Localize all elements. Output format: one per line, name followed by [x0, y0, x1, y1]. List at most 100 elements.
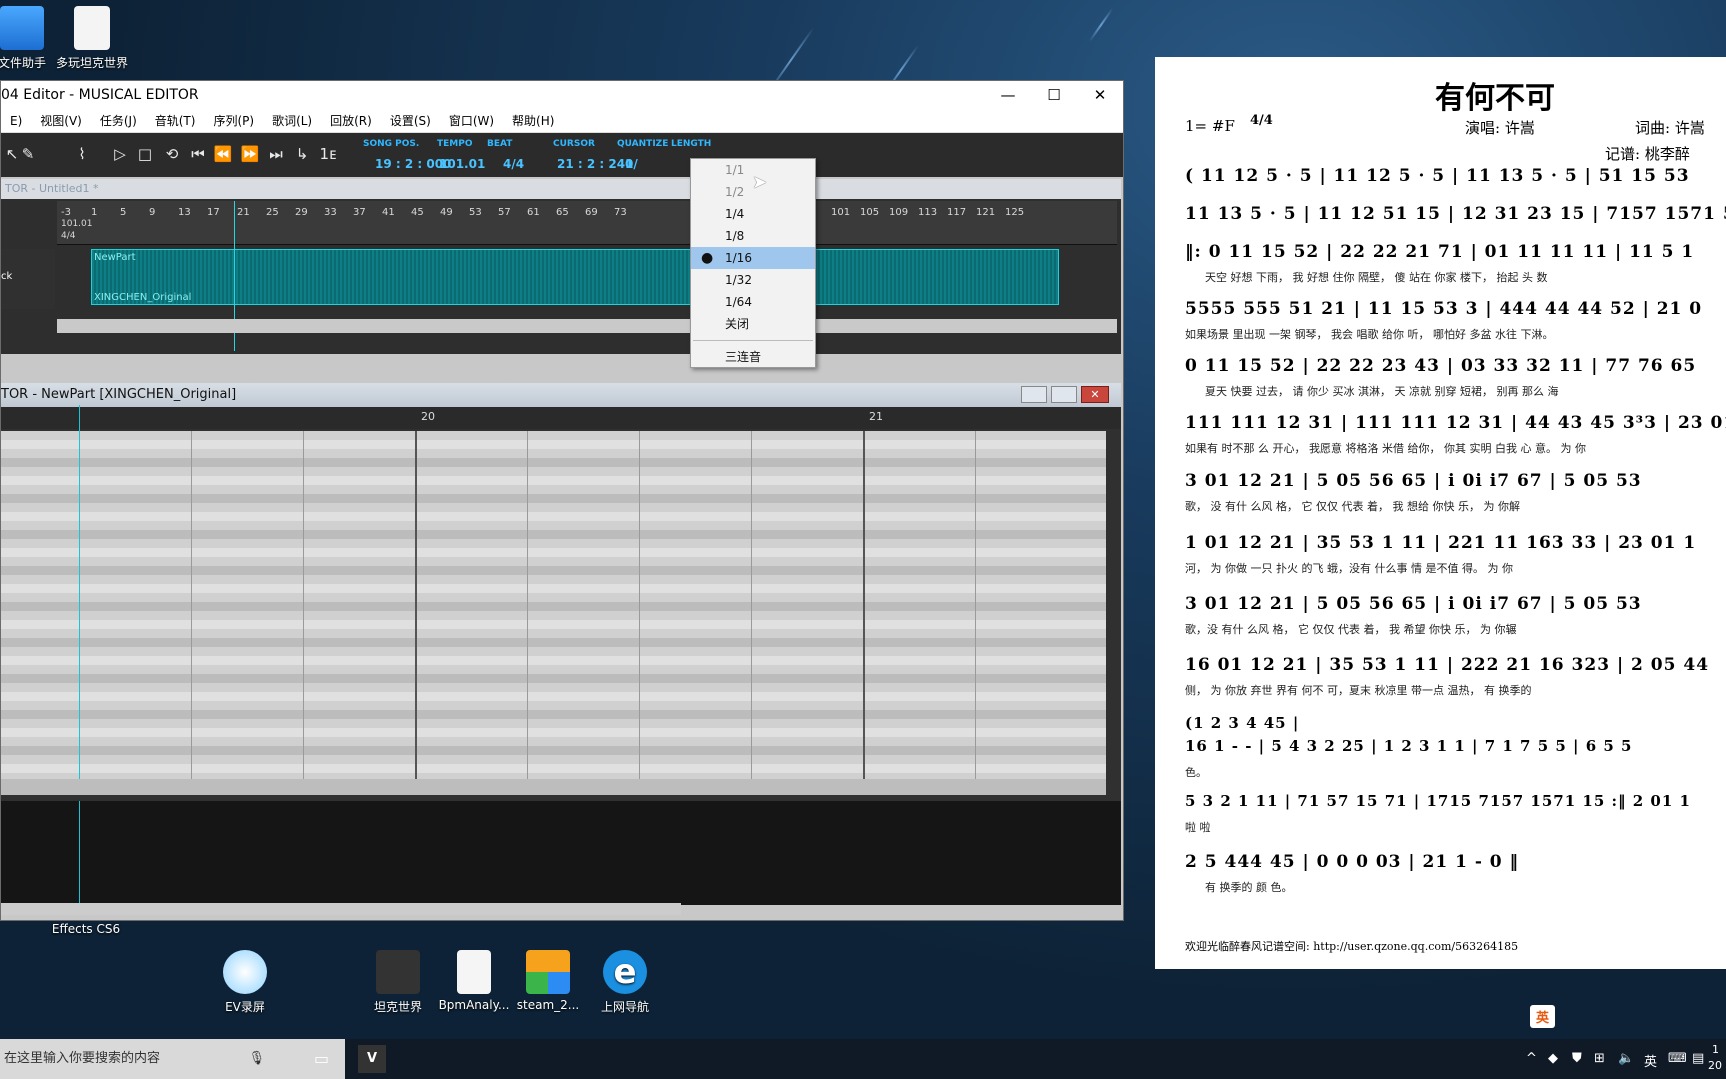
menu-separator: [693, 340, 813, 341]
menu-window[interactable]: 窗口(W): [440, 112, 503, 129]
minimize-button[interactable]: —: [985, 81, 1031, 109]
ruler-tick: 69: [585, 207, 598, 218]
shield-icon[interactable]: ⛊: [1572, 1051, 1582, 1066]
lyric-row: 色。: [1185, 766, 1207, 779]
rewind-icon[interactable]: ⏪: [212, 143, 234, 165]
lyric-row: 有 换季的 颜 色。: [1205, 881, 1293, 894]
menu-edit[interactable]: E): [1, 114, 31, 128]
menu-help[interactable]: 帮助(H): [503, 112, 563, 129]
volume-icon[interactable]: 🔈: [1618, 1051, 1634, 1066]
file-assistant-icon: [0, 6, 44, 50]
selected-dot-icon: ●: [701, 250, 714, 266]
ime-indicator[interactable]: 英: [1644, 1051, 1657, 1070]
keyboard-icon[interactable]: ⌨: [1668, 1051, 1687, 1066]
menu-lyrics[interactable]: 歌词(L): [263, 112, 321, 129]
transport-toolbar: ↖ ✎ ⌇ ▷ □ ⟲ ⏮ ⏪ ⏩ ⏭ ↳ 1ᴇ SONG POS. 19 : …: [1, 133, 1123, 177]
clock-date[interactable]: 20: [1708, 1059, 1722, 1072]
time-signature: 4/4: [1250, 113, 1273, 128]
arrangement-window: TOR - Untitled1 * -3 1 5 9 13 17 21 25 2…: [1, 179, 1121, 354]
ruler-tick: 29: [295, 207, 308, 218]
quantize-option-1-8[interactable]: 1/8: [691, 225, 815, 247]
piano-restore-button[interactable]: [1051, 386, 1077, 403]
vocaloid-taskbar-icon[interactable]: V: [358, 1045, 386, 1073]
piano-roll-title-text: TOR - NewPart [XINGCHEN_Original]: [1, 387, 237, 402]
microphone-icon[interactable]: 🎙: [248, 1039, 265, 1079]
piano-horizontal-scrollbar[interactable]: [1, 779, 1106, 795]
track-header[interactable]: ck: [1, 249, 55, 309]
piano-ruler[interactable]: 20 21: [1, 407, 1121, 429]
quantize-option-1-32[interactable]: 1/32: [691, 269, 815, 291]
clock-time[interactable]: 1: [1712, 1043, 1719, 1056]
quantize-option-1-64[interactable]: 1/64: [691, 291, 815, 313]
piano-minimize-button[interactable]: [1021, 386, 1047, 403]
beat-line: [639, 431, 640, 779]
notation-row: 16 1 - - | 5 4 3 2 25 | 1 2 3 1 1 | 7 1 …: [1185, 737, 1633, 755]
window-titlebar: 04 Editor - MUSICAL EDITOR — ☐ ✕: [1, 81, 1123, 109]
ruler-tick: -3: [61, 207, 71, 218]
desktop-icon-ev-recorder[interactable]: EV录屏: [205, 950, 285, 1015]
maximize-button[interactable]: ☐: [1031, 81, 1077, 109]
sheet-music-image: 有何不可 1= #F 4/4 演唱: 许嵩 词曲: 许嵩 记谱: 桃李醉 ( 1…: [1155, 57, 1726, 969]
quantize-option-1-16[interactable]: ● 1/16: [691, 247, 815, 269]
quantize-option-1-4[interactable]: 1/4: [691, 203, 815, 225]
go-start-icon[interactable]: ⏮: [187, 143, 209, 165]
notation-row: ‖: 0 11 15 52 | 22 22 21 71 | 01 11 11 1…: [1185, 242, 1695, 262]
task-view-icon[interactable]: ▭: [314, 1049, 329, 1068]
stop-icon[interactable]: □: [134, 143, 156, 165]
desktop-icon-label: 上网导航: [600, 1000, 649, 1014]
menu-job[interactable]: 任务(J): [91, 112, 146, 129]
window-title: 04 Editor - MUSICAL EDITOR: [1, 87, 199, 103]
pencil-tool-icon[interactable]: ✎: [17, 143, 39, 165]
desktop-icon-duowan[interactable]: 多玩坦克世界: [52, 6, 132, 71]
ime-toolbar[interactable]: 英: [1530, 1005, 1556, 1028]
fast-forward-icon[interactable]: ⏩: [239, 143, 261, 165]
tray-app-icon[interactable]: ◆: [1548, 1051, 1558, 1066]
ruler-tick: 57: [498, 207, 511, 218]
piano-close-button[interactable]: ✕: [1081, 386, 1109, 403]
curve-tool-icon[interactable]: ⌇: [71, 143, 93, 165]
note-grid[interactable]: [1, 405, 1106, 779]
notification-icon[interactable]: ▤: [1692, 1051, 1704, 1066]
network-icon[interactable]: ⊞: [1594, 1051, 1605, 1066]
start-marker-icon[interactable]: ↳: [291, 143, 313, 165]
play-icon[interactable]: ▷: [109, 143, 131, 165]
loop-icon[interactable]: ⟲: [161, 143, 183, 165]
quantize-option-off[interactable]: 关闭: [691, 313, 815, 335]
close-button[interactable]: ✕: [1077, 81, 1123, 109]
ruler-tick: 125: [1005, 207, 1025, 218]
option-label: 关闭: [725, 317, 750, 331]
window-scrollbar[interactable]: [1, 903, 681, 915]
vocal-part[interactable]: NewPart XINGCHEN_Original: [91, 249, 1059, 305]
horizontal-scrollbar[interactable]: [57, 319, 1117, 333]
desktop-icon-tank[interactable]: 坦克世界: [358, 950, 438, 1015]
desktop-icon-browser[interactable]: e 上网导航: [585, 950, 665, 1015]
desktop-icon-bpm[interactable]: BpmAnaly...: [434, 950, 514, 1012]
go-end-icon[interactable]: ⏭: [265, 143, 287, 165]
menu-part[interactable]: 序列(P): [204, 112, 263, 129]
option-label: 1/1: [725, 163, 745, 177]
ruler-tick: 33: [324, 207, 337, 218]
desktop-icon-effects[interactable]: Effects CS6: [46, 922, 126, 936]
option-label: 1/16: [725, 251, 752, 265]
package-icon: [526, 950, 570, 994]
menu-settings[interactable]: 设置(S): [381, 112, 440, 129]
menu-view[interactable]: 视图(V): [31, 112, 91, 129]
menu-playback[interactable]: 回放(R): [321, 112, 381, 129]
end-marker-icon[interactable]: 1ᴇ: [317, 143, 339, 165]
tempo-value[interactable]: 101.01: [439, 157, 485, 171]
piano-roll-window: TOR - NewPart [XINGCHEN_Original] ✕ 20 2…: [1, 383, 1121, 905]
tempo-label: TEMPO: [437, 139, 473, 149]
tray-arrow-icon[interactable]: ^: [1526, 1051, 1537, 1066]
notation-row: 5 3 2 1 11 | 71 57 15 71 | 1715 7157 157…: [1185, 792, 1691, 810]
notation-row: ( 11 12 5 · 5 | 11 12 5 · 5 | 11 13 5 · …: [1185, 166, 1690, 186]
desktop-icon-steam[interactable]: steam_2...: [508, 950, 588, 1012]
beat-value[interactable]: 4/4: [503, 157, 524, 171]
control-lane[interactable]: [1, 801, 1121, 905]
taskbar-search-box[interactable]: 在这里输入你要搜索的内容 🎙: [0, 1039, 345, 1079]
quantize-dropdown[interactable]: 1/: [625, 157, 638, 171]
option-label: 1/4: [725, 207, 745, 221]
menu-track[interactable]: 音轨(T): [146, 112, 205, 129]
bar-ruler[interactable]: -3 1 5 9 13 17 21 25 29 33 37 41 45 49 5…: [57, 201, 1117, 245]
quantize-option-triplet[interactable]: 三连音: [691, 346, 815, 368]
ruler-tick: 53: [469, 207, 482, 218]
